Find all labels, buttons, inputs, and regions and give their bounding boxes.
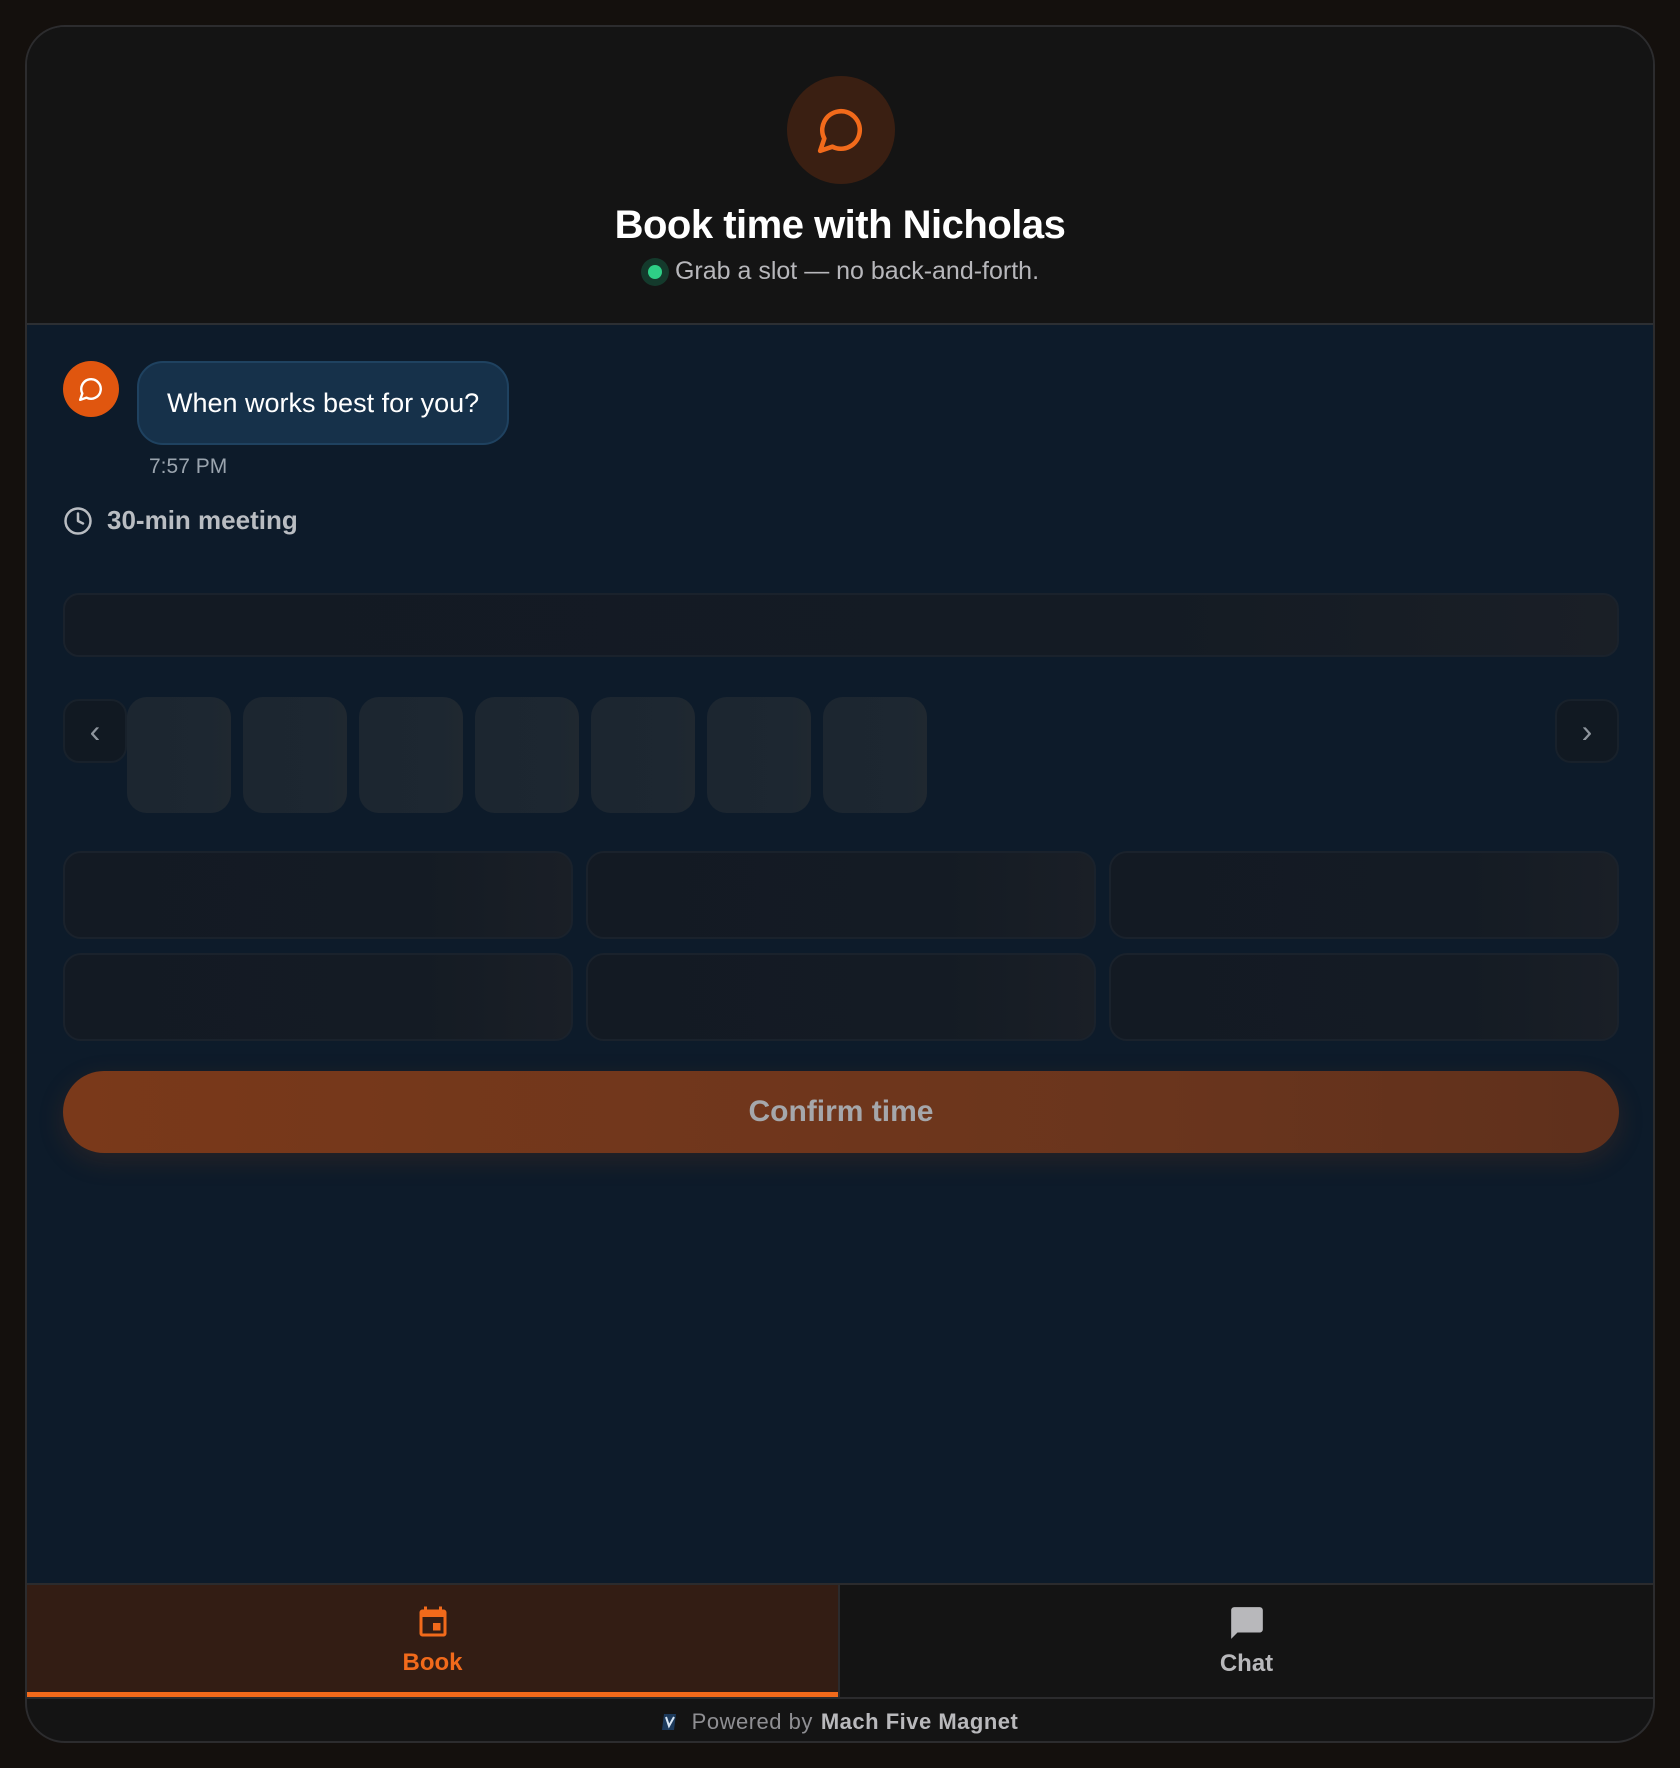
day-card-placeholder[interactable] (359, 697, 463, 813)
bot-avatar (63, 361, 119, 417)
time-slot-placeholder[interactable] (63, 953, 573, 1041)
chat-panel: When works best for you? 7:57 PM 30-min … (27, 325, 1653, 1583)
day-card-placeholder[interactable] (475, 697, 579, 813)
confirm-time-button[interactable]: Confirm time (63, 1071, 1619, 1153)
footer-brand-link[interactable]: Mach Five Magnet (821, 1709, 1018, 1735)
bottom-tab-bar: Book Chat (27, 1583, 1653, 1697)
next-dates-button[interactable]: › (1555, 699, 1619, 763)
meeting-duration: 30-min meeting (63, 505, 298, 536)
message-timestamp: 7:57 PM (149, 455, 228, 478)
message-icon (1228, 1604, 1266, 1642)
calendar-icon (415, 1605, 451, 1641)
day-card-placeholder[interactable] (243, 697, 347, 813)
day-card-placeholder[interactable] (823, 697, 927, 813)
chat-bubble-icon (78, 376, 104, 402)
time-slot-placeholder[interactable] (586, 953, 1096, 1041)
time-slot-placeholder[interactable] (1109, 953, 1619, 1041)
footer-prefix: Powered by (691, 1709, 813, 1734)
tab-chat[interactable]: Chat (840, 1585, 1653, 1697)
day-card-placeholder[interactable] (591, 697, 695, 813)
day-card-placeholder[interactable] (707, 697, 811, 813)
tab-book[interactable]: Book (27, 1585, 840, 1697)
header-logo (787, 76, 895, 184)
header-subtitle: Grab a slot — no back-and-forth. (27, 257, 1653, 286)
time-slot-placeholder[interactable] (1109, 851, 1619, 939)
tab-book-label: Book (402, 1649, 463, 1676)
online-status-indicator (640, 257, 669, 286)
month-selector-placeholder (63, 593, 1619, 657)
booking-widget: Book time with Nicholas Grab a slot — no… (25, 25, 1655, 1743)
bot-message-bubble: When works best for you? (137, 361, 510, 445)
time-slot-placeholder[interactable] (63, 851, 573, 939)
widget-header: Book time with Nicholas Grab a slot — no… (27, 27, 1653, 325)
brand-logo-icon (661, 1713, 678, 1731)
clock-icon (63, 506, 93, 536)
chevron-right-icon: › (1581, 712, 1593, 749)
subtitle-text: Grab a slot — no back-and-forth. (674, 257, 1040, 285)
chevron-left-icon: ‹ (89, 712, 101, 749)
day-card-placeholder[interactable] (127, 697, 231, 813)
page-title: Book time with Nicholas (614, 203, 1066, 247)
chat-bubble-icon (816, 105, 866, 155)
tab-chat-label: Chat (1219, 1650, 1274, 1677)
previous-dates-button[interactable]: ‹ (63, 699, 127, 763)
meeting-duration-label: 30-min meeting (107, 505, 298, 535)
time-slot-placeholder[interactable] (586, 851, 1096, 939)
powered-by-footer: Powered by Mach Five Magnet (27, 1697, 1653, 1741)
